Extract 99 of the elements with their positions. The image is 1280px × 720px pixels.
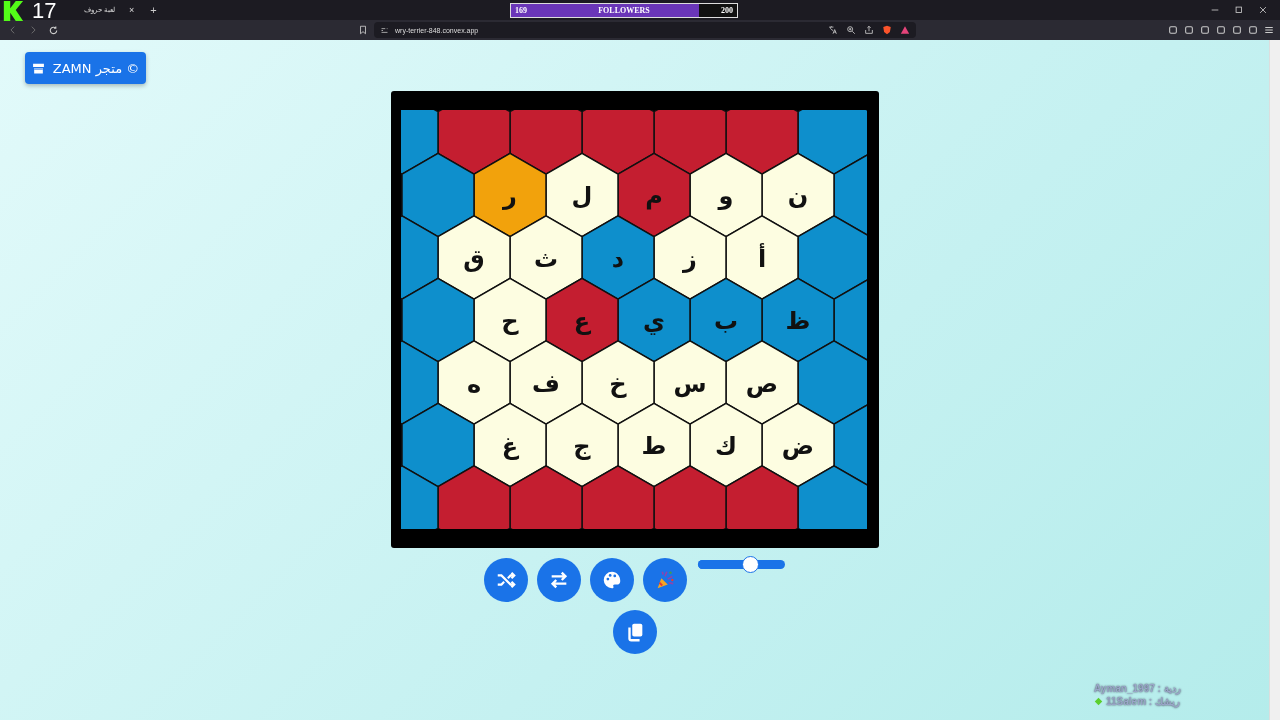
followers-count: 169 [515, 6, 527, 15]
shuffle-button[interactable] [484, 558, 528, 602]
hex-cell[interactable]: ن [760, 152, 835, 238]
hex-letter: ل [571, 182, 592, 210]
slider-thumb[interactable] [742, 556, 760, 573]
hex-letter: غ [501, 432, 518, 460]
hex-cell[interactable] [580, 465, 655, 529]
hex-cell[interactable] [436, 110, 511, 175]
hex-cell[interactable] [652, 465, 727, 529]
hex-cell[interactable] [796, 110, 867, 175]
tab-close-button[interactable]: × [128, 5, 135, 15]
hex-letter: ه [466, 369, 481, 398]
hex-cell[interactable] [436, 465, 511, 529]
share-icon[interactable] [864, 25, 874, 35]
hex-letter: ج [572, 432, 591, 460]
swap-button[interactable] [537, 558, 581, 602]
hex-cell[interactable] [796, 465, 867, 529]
hex-cell[interactable]: ك [688, 402, 763, 488]
hex-letter: خ [608, 369, 627, 398]
hex-cell[interactable] [724, 465, 799, 529]
hex-cell[interactable]: ق [436, 215, 511, 300]
hex-cell[interactable]: ل [544, 152, 619, 238]
site-settings-icon[interactable] [380, 25, 389, 35]
hex-cell[interactable]: د [580, 215, 655, 300]
hex-cell[interactable]: س [652, 340, 727, 425]
menu-icon[interactable] [1264, 25, 1274, 35]
celebrate-button[interactable] [643, 558, 687, 602]
hex-letter: س [672, 369, 707, 398]
translate-icon[interactable] [828, 25, 838, 35]
hex-cell[interactable]: و [688, 152, 763, 238]
hex-cell[interactable] [796, 340, 867, 425]
hex-cell[interactable]: ي [616, 277, 691, 363]
hex-letter: ي [642, 307, 665, 335]
hex-letter: ع [573, 307, 590, 335]
hex-letter: م [644, 182, 663, 210]
viewer-count: 17 [32, 0, 57, 22]
hex-cell[interactable]: ح [472, 277, 547, 363]
bookmark-icon[interactable] [358, 25, 368, 35]
triangle-icon[interactable] [900, 25, 910, 35]
palette-button[interactable] [590, 558, 634, 602]
followers-label: FOLLOWERS [598, 6, 650, 15]
swap-arrows-icon [548, 569, 570, 591]
close-icon[interactable] [1258, 5, 1268, 15]
reload-icon[interactable] [48, 24, 59, 36]
hex-cell[interactable] [400, 340, 439, 425]
new-tab-button[interactable]: + [150, 4, 157, 16]
hex-cell[interactable] [580, 110, 655, 175]
k-logo-icon [2, 0, 24, 22]
hex-cell[interactable] [400, 215, 439, 300]
chat-message: Ayman_1997 : ردية [1094, 683, 1181, 694]
hex-cell[interactable] [400, 465, 439, 529]
zoom-icon[interactable] [846, 25, 856, 35]
hex-cell[interactable]: ص [724, 340, 799, 425]
hex-letter: ق [462, 244, 485, 273]
hex-cell[interactable]: ف [508, 340, 583, 425]
hex-letter: ض [781, 432, 814, 460]
hex-cell[interactable]: غ [472, 402, 547, 488]
restore-icon[interactable] [1234, 5, 1244, 15]
hex-letter: ب [713, 307, 738, 335]
copy-button[interactable] [612, 610, 657, 654]
hex-letter: ح [500, 307, 519, 335]
shield-icon[interactable] [882, 25, 892, 35]
hex-letter: ظ [785, 307, 810, 335]
hex-letter: ث [533, 244, 558, 273]
hex-letter: أ [757, 244, 766, 273]
hex-cell[interactable] [508, 465, 583, 529]
hex-cell[interactable]: ر [472, 152, 547, 238]
hex-cell[interactable]: ض [760, 402, 835, 488]
hex-cell[interactable] [652, 110, 727, 175]
followers-goal: 200 [721, 6, 733, 15]
hex-letter: و [718, 182, 733, 210]
hex-letter: ر [502, 182, 517, 210]
hex-letter: ط [641, 432, 666, 460]
hex-cell[interactable]: خ [580, 340, 655, 425]
hex-letter: ك [714, 432, 737, 460]
hex-cell[interactable]: ه [436, 340, 511, 425]
hex-cell[interactable]: ب [688, 277, 763, 363]
store-icon [31, 61, 45, 75]
hex-cell[interactable] [400, 110, 439, 175]
hex-letter: ف [531, 369, 560, 398]
hex-letter: ن [787, 182, 808, 210]
hex-cell[interactable]: ز [652, 215, 727, 300]
hex-cell[interactable]: ط [616, 402, 691, 488]
store-button[interactable]: ZAMN متجر © [25, 52, 146, 84]
hex-cell[interactable] [724, 110, 799, 175]
hex-cell[interactable]: ث [508, 215, 583, 300]
palette-icon [601, 569, 623, 591]
hex-cell[interactable] [400, 277, 475, 363]
hex-cell[interactable]: ج [544, 402, 619, 488]
hex-cell[interactable] [508, 110, 583, 175]
shuffle-icon [495, 569, 517, 591]
diamond-icon [1094, 697, 1103, 706]
hex-letter: د [611, 244, 624, 273]
hex-letter: ص [745, 369, 778, 398]
hex-letter: ز [682, 244, 697, 273]
hex-cell[interactable] [796, 215, 867, 300]
scrollbar[interactable] [1269, 40, 1280, 720]
chat-message: 11Salem : ريشك [1106, 696, 1180, 707]
hex-cell[interactable]: أ [724, 215, 799, 300]
